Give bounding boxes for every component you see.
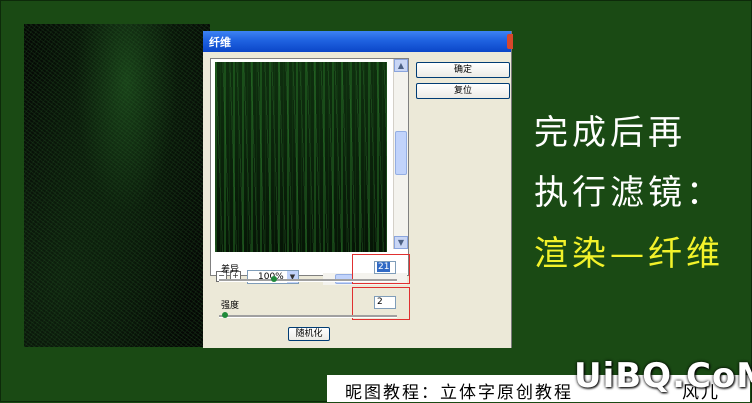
strength-label: 强度 [221, 301, 240, 311]
dialog-titlebar[interactable]: 纤维 [203, 31, 513, 52]
scroll-down-icon[interactable]: ▼ [394, 236, 408, 249]
preview-panel: ▲ ▼ − + 100% ▼ [210, 58, 409, 285]
scroll-up-icon[interactable]: ▲ [394, 59, 408, 72]
fiber-preview-image[interactable] [215, 62, 387, 252]
preview-vertical-scrollbar[interactable]: ▲ ▼ [393, 59, 408, 249]
watermark-logo: UiBQ.CoM [574, 356, 752, 396]
strength-slider-thumb[interactable] [222, 312, 228, 318]
variance-label: 差异 [221, 265, 240, 275]
side-text-line-3: 渲染—纤维 [534, 234, 724, 274]
canvas-noise-preview [24, 24, 210, 347]
randomize-button[interactable]: 随机化 [288, 327, 330, 341]
side-text-line-2: 执行滤镜： [534, 173, 724, 213]
caption-text: 昵图教程：立体字原创教程 [345, 383, 573, 403]
variance-slider-thumb[interactable] [271, 276, 277, 282]
close-icon[interactable] [507, 34, 513, 49]
fibers-dialog: 纤维 ▲ ▼ − + 100% ▼ 确定 复位 差异 21 强度 2 随机化 [203, 31, 513, 348]
scroll-thumb[interactable] [395, 131, 407, 175]
side-text-line-1: 完成后再 [534, 113, 686, 153]
strength-slider[interactable] [219, 312, 397, 318]
variance-slider[interactable] [219, 276, 397, 282]
dialog-title: 纤维 [209, 36, 231, 49]
ok-button[interactable]: 确定 [416, 62, 510, 78]
reset-button[interactable]: 复位 [416, 83, 510, 99]
